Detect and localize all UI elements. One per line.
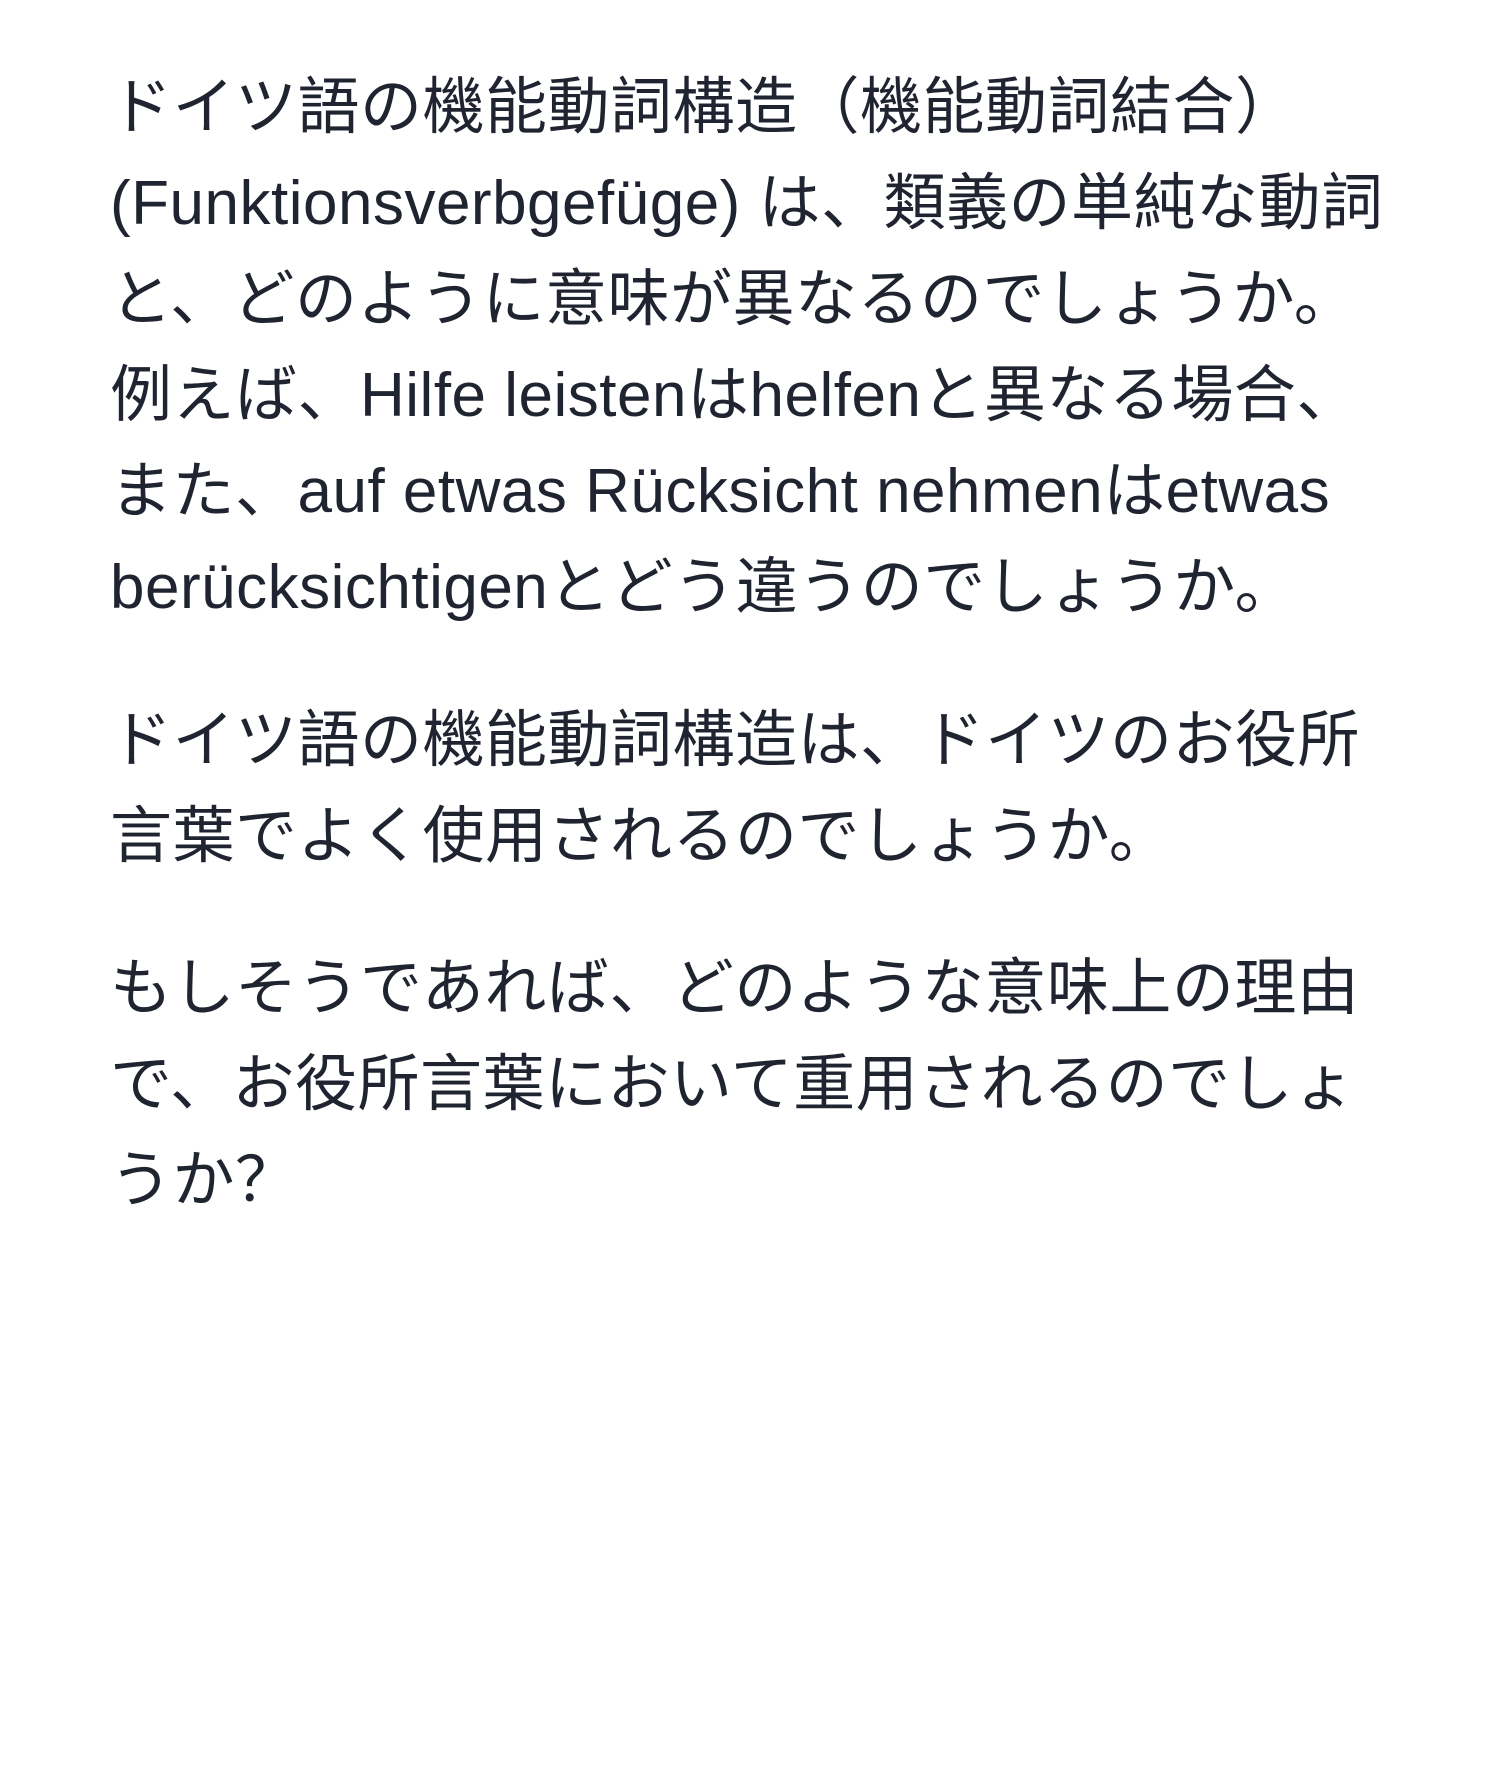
document-page: ドイツ語の機能動詞構造（機能動詞結合）(Funktionsverbgefüge)… xyxy=(0,0,1500,1776)
paragraph-1: ドイツ語の機能動詞構造（機能動詞結合）(Funktionsverbgefüge)… xyxy=(110,60,1390,637)
paragraph-2: ドイツ語の機能動詞構造は、ドイツのお役所言葉でよく使用されるのでしょうか。 xyxy=(110,693,1390,885)
paragraph-3: もしそうであれば、どのような意味上の理由で、お役所言葉において重用されるのでしょ… xyxy=(110,941,1390,1229)
